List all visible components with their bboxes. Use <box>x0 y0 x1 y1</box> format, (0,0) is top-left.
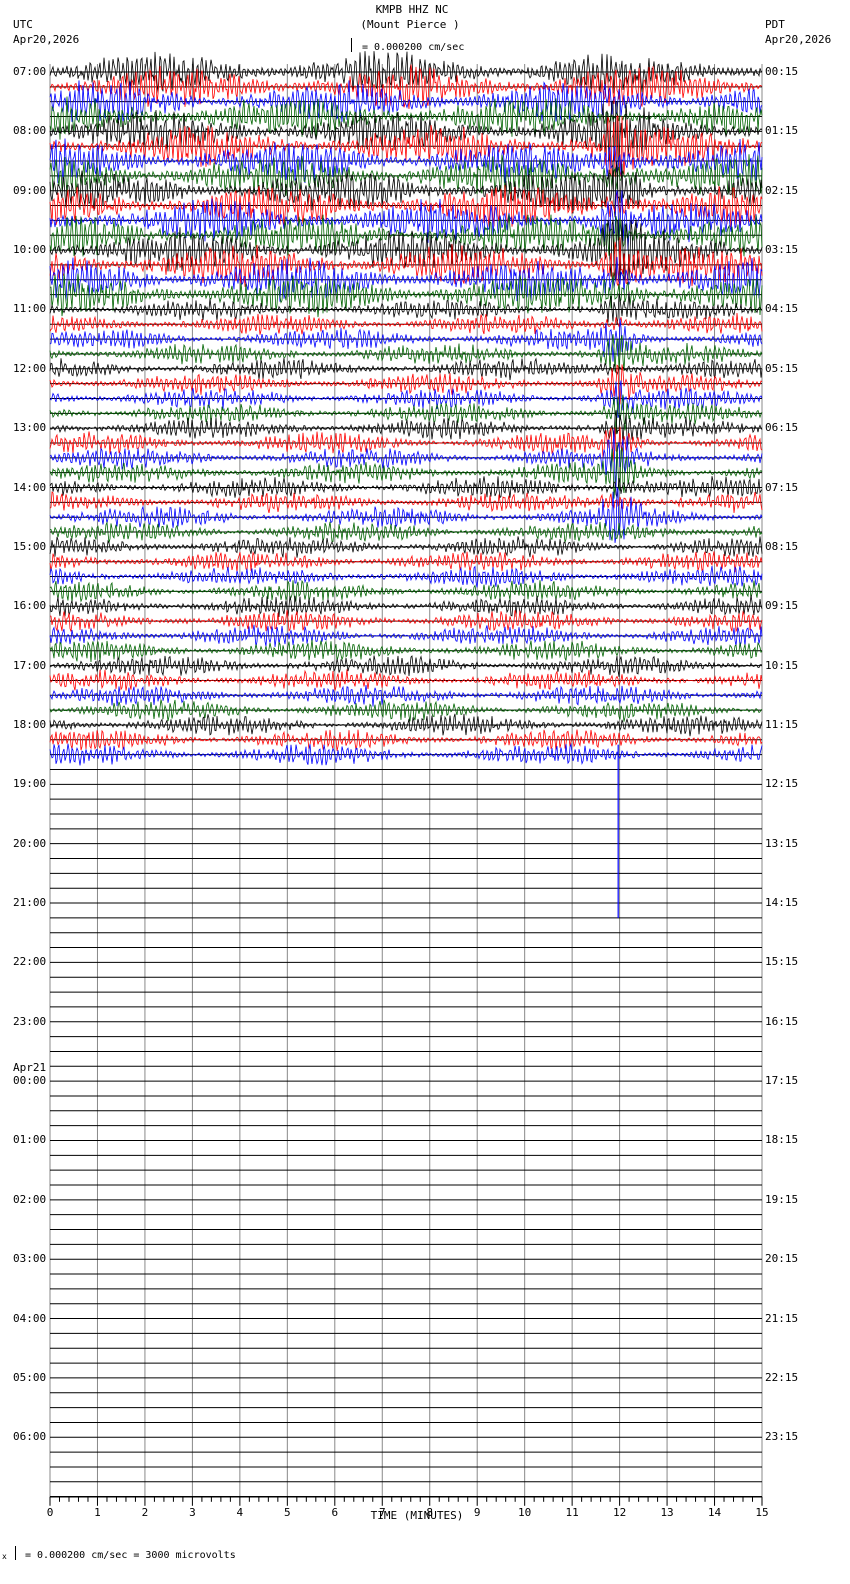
seismic-trace <box>49 685 763 707</box>
seismic-trace <box>49 655 763 677</box>
seismogram-plot <box>49 51 763 1506</box>
seismic-trace <box>49 291 763 325</box>
seismic-trace <box>49 428 763 488</box>
seismic-trace <box>49 476 763 499</box>
seismic-trace <box>49 699 763 722</box>
helicorder-page: KMPB HHZ NC (Mount Pierce ) UTC Apr20,20… <box>0 0 850 1584</box>
seismic-trace <box>49 624 763 647</box>
seismic-trace <box>49 487 763 543</box>
seismic-trace <box>49 565 763 588</box>
